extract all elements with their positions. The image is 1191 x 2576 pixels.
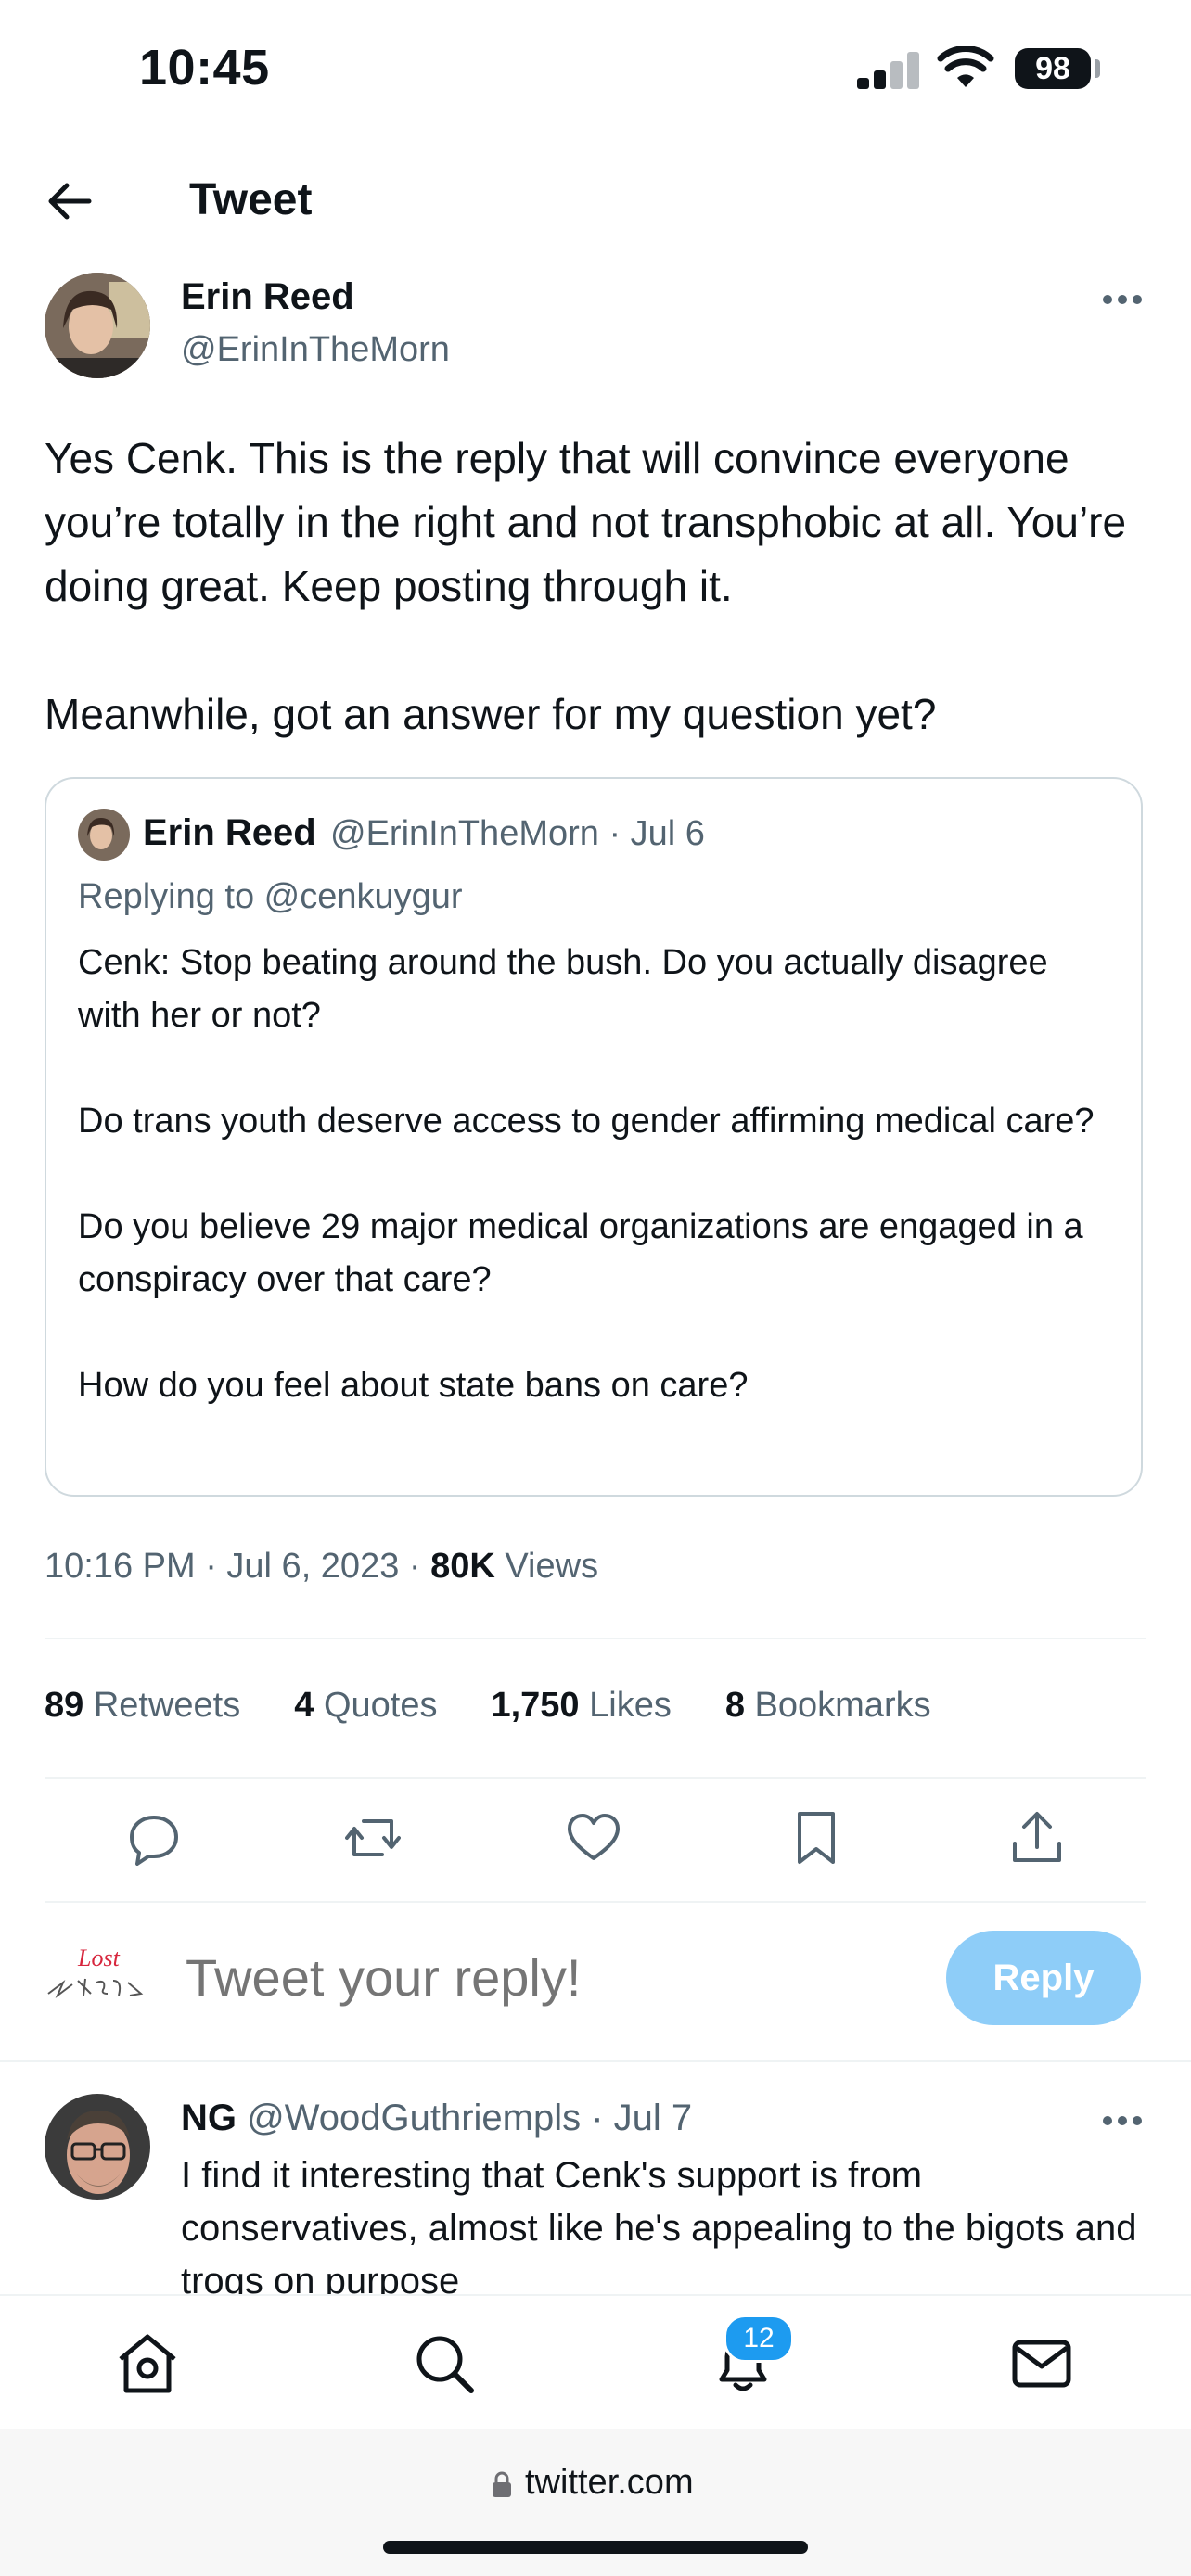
lock-icon [493, 2471, 511, 2497]
engagement-stats: 89 Retweets 4 Quotes 1,750 Likes 8 Bookm… [45, 1686, 931, 1726]
author-avatar[interactable] [45, 273, 150, 378]
user-avatar-text: Lost [77, 1945, 121, 1971]
reply-button[interactable]: Reply [946, 1931, 1141, 2025]
like-icon[interactable] [566, 1810, 621, 1866]
views-label: Views [494, 1547, 599, 1586]
home-indicator[interactable] [383, 2541, 808, 2554]
author-name[interactable]: Erin Reed [181, 276, 354, 318]
bookmark-icon[interactable] [788, 1810, 844, 1866]
status-time: 10:45 [139, 40, 270, 96]
browser-url-bar[interactable] [0, 2429, 1191, 2576]
battery-nub [1095, 59, 1100, 78]
quote-text: Cenk: Stop beating around the bush. Do y… [78, 943, 1095, 1405]
reply-author[interactable]: NG @WoodGuthriempls · Jul 7 [181, 2098, 692, 2139]
timestamp-text: 10:16 PM · Jul 6, 2023 · [45, 1547, 431, 1586]
quote-replying-to: Replying to @cenkuygur [78, 877, 463, 916]
battery-indicator: 98 [1015, 48, 1091, 89]
quote-author-avatar [78, 809, 130, 861]
notification-badge: 12 [724, 2315, 794, 2363]
reply-text: I find it interesting that Cenk's suppor… [181, 2155, 1137, 2294]
share-icon[interactable] [1009, 1810, 1065, 1866]
messages-icon[interactable] [1009, 2331, 1074, 2396]
page-title: Tweet [189, 175, 313, 224]
likes-stat[interactable]: 1,750 Likes [491, 1686, 671, 1726]
reply-author-meta: @WoodGuthriempls · Jul 7 [237, 2098, 693, 2138]
wifi-icon [937, 46, 994, 87]
author-handle[interactable]: @ErinInTheMorn [181, 330, 450, 370]
reply-author-name: NG [181, 2098, 237, 2138]
quotes-stat[interactable]: 4 Quotes [294, 1686, 437, 1726]
reply-input[interactable] [186, 1947, 835, 2008]
tweet-text: Yes Cenk. This is the reply that will co… [45, 434, 1127, 738]
views-count: 80K [430, 1547, 495, 1586]
divider [45, 1638, 1146, 1639]
search-icon[interactable] [412, 2331, 477, 2396]
home-icon[interactable] [115, 2331, 180, 2396]
divider [45, 1777, 1146, 1779]
reply-icon[interactable] [126, 1810, 182, 1866]
more-icon[interactable] [1100, 286, 1145, 313]
divider [0, 2060, 1191, 2062]
more-icon[interactable] [1100, 2107, 1145, 2135]
retweets-stat[interactable]: 89 Retweets [45, 1686, 240, 1726]
url-text[interactable]: twitter.com [525, 2463, 694, 2503]
divider [45, 1901, 1146, 1903]
quote-author-name: Erin Reed [143, 812, 316, 853]
tweet-timestamp: 10:16 PM · Jul 6, 2023 · 80K Views [45, 1547, 598, 1587]
retweet-icon[interactable] [345, 1810, 401, 1866]
back-arrow-icon[interactable] [45, 176, 95, 226]
bookmarks-stat[interactable]: 8 Bookmarks [725, 1686, 931, 1726]
reply-author-avatar[interactable] [45, 2094, 150, 2200]
quote-author-meta: @ErinInTheMorn · Jul 6 [330, 814, 705, 853]
cellular-signal-icon [857, 52, 919, 89]
user-avatar[interactable]: Lost [45, 1938, 150, 2003]
